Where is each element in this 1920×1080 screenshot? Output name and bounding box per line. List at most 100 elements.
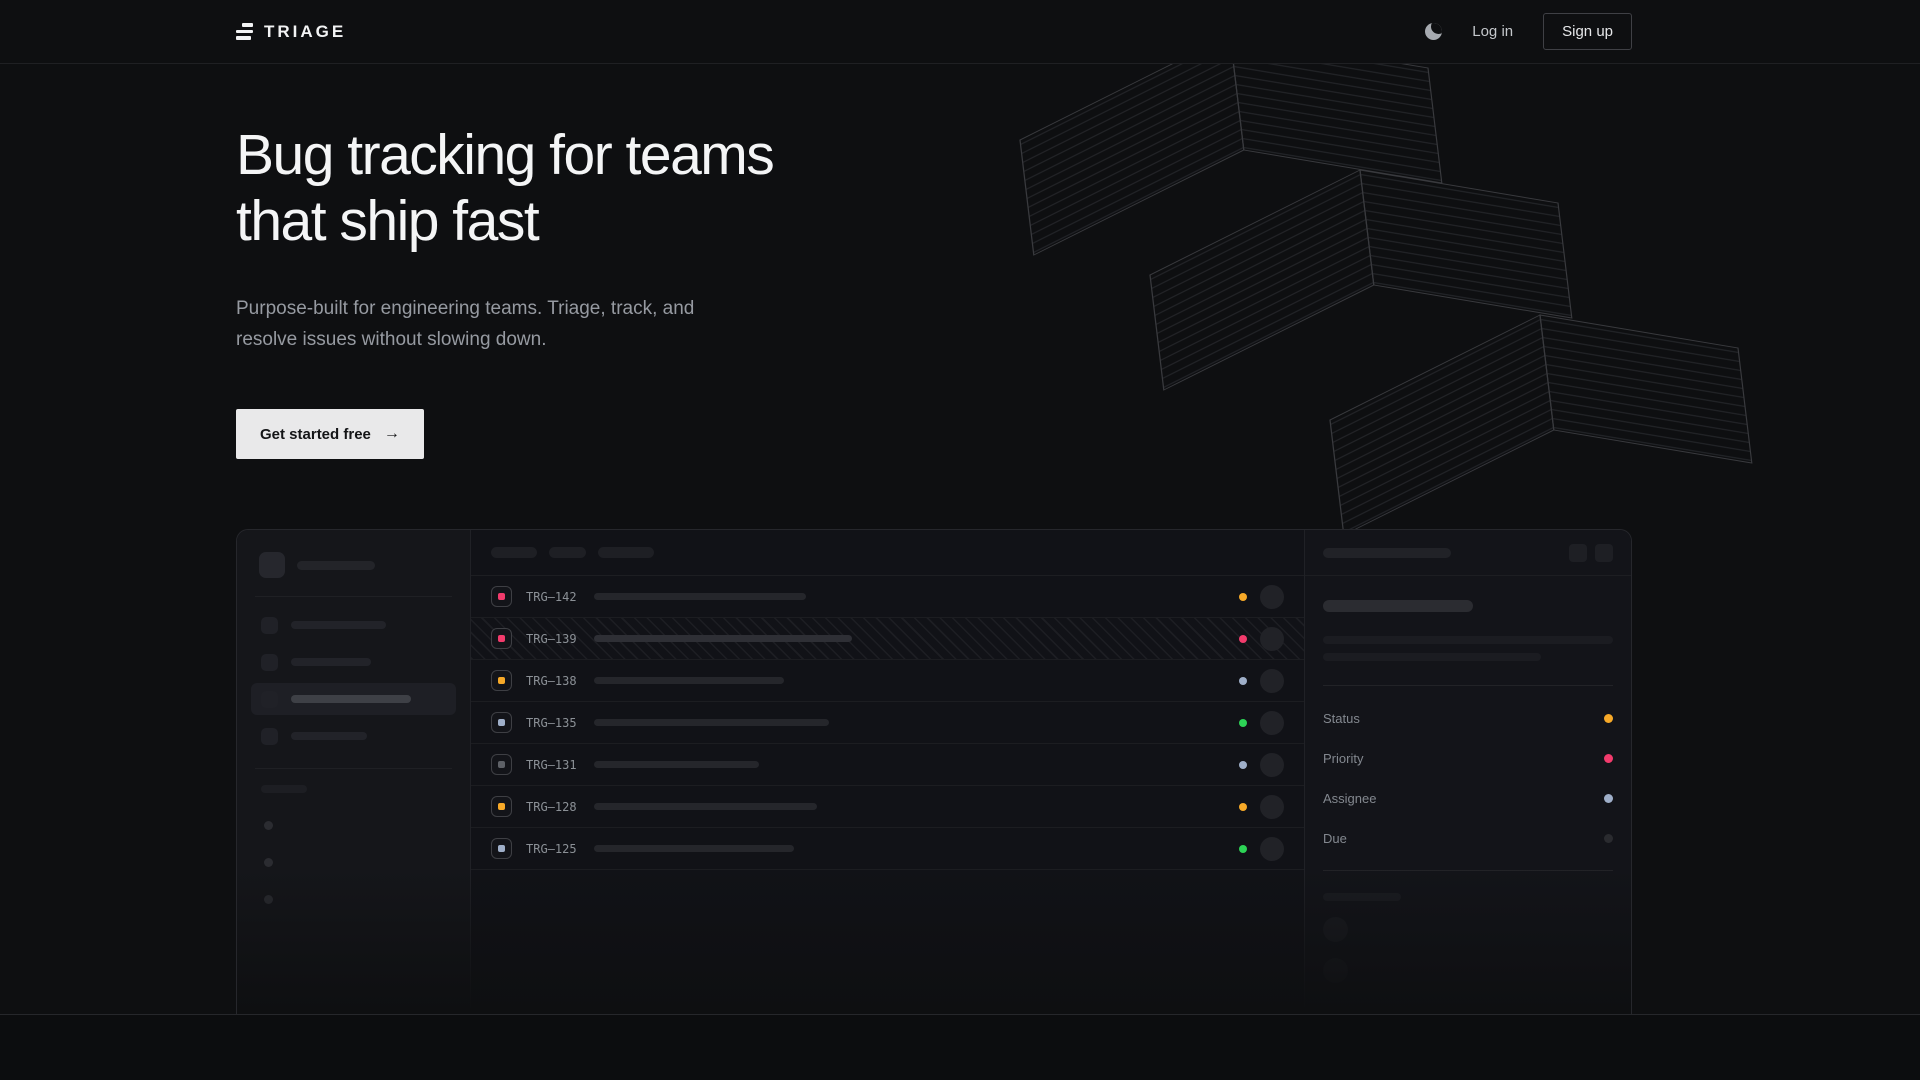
issue-row: TRG–142 bbox=[471, 576, 1304, 618]
sidebar-section-label-skeleton bbox=[261, 785, 307, 793]
issue-type-icon bbox=[491, 796, 512, 817]
issue-id: TRG–128 bbox=[526, 800, 594, 814]
commenter-avatar-placeholder bbox=[1323, 958, 1348, 983]
hero-section: Bug tracking for teamsthat ship fast Pur… bbox=[0, 64, 1920, 1014]
property-row: Due bbox=[1323, 831, 1613, 846]
assignee-avatar-placeholder bbox=[1260, 585, 1284, 609]
mockup-list-tabs bbox=[471, 530, 1304, 576]
nav-item-icon-placeholder bbox=[261, 617, 278, 634]
issue-id: TRG–142 bbox=[526, 590, 594, 604]
sidebar-user-dot bbox=[264, 858, 273, 867]
nav-item-label-skeleton bbox=[291, 621, 386, 629]
issue-title-skeleton bbox=[594, 719, 829, 726]
issue-id: TRG–135 bbox=[526, 716, 594, 730]
detail-header-actions bbox=[1569, 544, 1613, 562]
assignee-avatar-placeholder bbox=[1260, 669, 1284, 693]
issue-title-skeleton bbox=[594, 593, 806, 600]
property-row: Status bbox=[1323, 711, 1613, 726]
property-value-dot bbox=[1604, 714, 1613, 723]
issue-type-icon bbox=[491, 586, 512, 607]
activity-label-skeleton bbox=[1323, 893, 1401, 901]
issue-type-icon bbox=[491, 712, 512, 733]
property-label: Priority bbox=[1323, 751, 1363, 766]
issue-title-skeleton bbox=[594, 677, 784, 684]
brand-name: TRIAGE bbox=[264, 22, 346, 42]
assignee-avatar-placeholder bbox=[1260, 627, 1284, 651]
assignee-avatar-placeholder bbox=[1260, 711, 1284, 735]
mockup-issue-list: TRG–142 TRG–139 TRG–138 TRG–135 TRG–131 bbox=[471, 530, 1304, 1014]
issue-row: TRG–125 bbox=[471, 828, 1304, 870]
status-dot bbox=[1239, 677, 1247, 685]
commenter-avatar-placeholder bbox=[1323, 917, 1348, 942]
issue-type-icon bbox=[491, 754, 512, 775]
issue-title-skeleton bbox=[594, 635, 852, 642]
status-dot bbox=[1239, 719, 1247, 727]
workspace-name-skeleton bbox=[297, 561, 375, 570]
property-value-dot bbox=[1604, 834, 1613, 843]
property-label: Assignee bbox=[1323, 791, 1376, 806]
sidebar-user-dot bbox=[264, 821, 273, 830]
status-dot bbox=[1239, 635, 1247, 643]
sidebar-nav-item-skeleton bbox=[251, 646, 456, 678]
sidebar-user-dot bbox=[264, 895, 273, 904]
footer bbox=[0, 1014, 1920, 1080]
detail-action-skeleton bbox=[1595, 544, 1613, 562]
sidebar-nav-item-skeleton bbox=[251, 720, 456, 752]
detail-panel-header bbox=[1305, 530, 1631, 576]
sidebar-nav-item-skeleton bbox=[251, 683, 456, 715]
nav-item-icon-placeholder bbox=[261, 728, 278, 745]
sidebar-nav-item-skeleton bbox=[251, 609, 456, 641]
issue-type-icon bbox=[491, 670, 512, 691]
nav-item-icon-placeholder bbox=[261, 654, 278, 671]
tab-skeleton bbox=[549, 547, 586, 558]
issue-id: TRG–138 bbox=[526, 674, 594, 688]
issue-type-icon bbox=[491, 838, 512, 859]
nav-actions: Log in Sign up bbox=[1425, 13, 1632, 50]
status-dot bbox=[1239, 593, 1247, 601]
arrow-right-icon: → bbox=[384, 425, 400, 443]
hero-subtitle: Purpose-built for engineering teams. Tri… bbox=[236, 294, 1632, 355]
issue-row: TRG–135 bbox=[471, 702, 1304, 744]
issue-id: TRG–125 bbox=[526, 842, 594, 856]
theme-toggle-button[interactable] bbox=[1425, 23, 1442, 40]
property-label: Status bbox=[1323, 711, 1360, 726]
status-dot bbox=[1239, 761, 1247, 769]
assignee-avatar-placeholder bbox=[1260, 753, 1284, 777]
detail-title-skeleton bbox=[1323, 548, 1451, 558]
issue-row: TRG–138 bbox=[471, 660, 1304, 702]
nav-item-label-skeleton bbox=[291, 658, 371, 666]
status-dot bbox=[1239, 803, 1247, 811]
issue-title-skeleton bbox=[1323, 600, 1473, 612]
moon-icon bbox=[1425, 23, 1442, 40]
issue-title-skeleton bbox=[594, 845, 794, 852]
issue-row: TRG–128 bbox=[471, 786, 1304, 828]
login-link[interactable]: Log in bbox=[1472, 23, 1513, 40]
issue-type-icon bbox=[491, 628, 512, 649]
issue-id: TRG–139 bbox=[526, 632, 594, 646]
nav-item-label-skeleton bbox=[291, 732, 367, 740]
mockup-detail-panel: Status Priority Assignee Due bbox=[1304, 530, 1631, 1014]
assignee-avatar-placeholder bbox=[1260, 837, 1284, 861]
triage-logo-icon bbox=[236, 23, 253, 40]
get-started-button[interactable]: Get started free → bbox=[236, 409, 424, 459]
issue-row: TRG–131 bbox=[471, 744, 1304, 786]
property-value-dot bbox=[1604, 794, 1613, 803]
signup-button[interactable]: Sign up bbox=[1543, 13, 1632, 50]
tab-skeleton bbox=[491, 547, 537, 558]
property-value-dot bbox=[1604, 754, 1613, 763]
mockup-workspace-row bbox=[251, 546, 456, 584]
status-dot bbox=[1239, 845, 1247, 853]
detail-action-skeleton bbox=[1569, 544, 1587, 562]
property-row: Priority bbox=[1323, 751, 1613, 766]
brand[interactable]: TRIAGE bbox=[236, 22, 346, 42]
nav-item-icon-placeholder bbox=[261, 691, 278, 708]
assignee-avatar-placeholder bbox=[1260, 795, 1284, 819]
issue-title-skeleton bbox=[594, 803, 817, 810]
description-line-skeleton bbox=[1323, 636, 1613, 644]
property-row: Assignee bbox=[1323, 791, 1613, 806]
hero-title: Bug tracking for teamsthat ship fast bbox=[236, 122, 1632, 254]
issue-id: TRG–131 bbox=[526, 758, 594, 772]
mockup-sidebar bbox=[237, 530, 471, 1014]
cta-label: Get started free bbox=[260, 426, 371, 443]
nav-item-label-skeleton bbox=[291, 695, 411, 703]
